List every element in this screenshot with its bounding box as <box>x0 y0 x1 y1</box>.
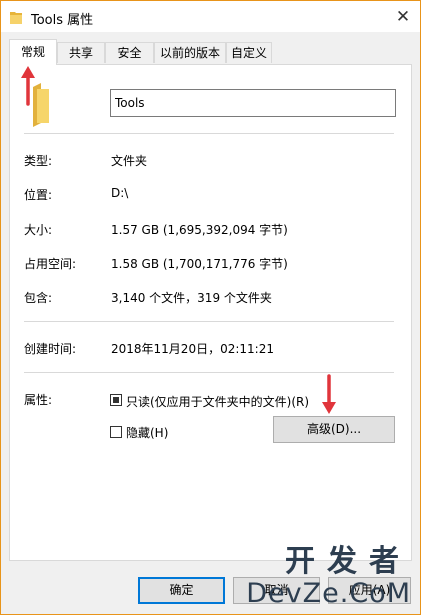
type-label: 类型: <box>24 154 53 168</box>
annotation-arrow-up-icon <box>21 66 35 106</box>
attributes-label: 属性: <box>24 393 53 407</box>
hidden-checkbox-label[interactable]: 隐藏(H) <box>126 424 168 441</box>
created-label: 创建时间: <box>24 342 77 356</box>
size-value: 1.57 GB (1,695,392,094 字节) <box>111 223 288 237</box>
hidden-checkbox[interactable] <box>110 426 122 438</box>
size-on-disk-label: 占用空间: <box>24 257 77 271</box>
watermark-line1: 开发者 <box>285 544 411 579</box>
location-value: D:\ <box>111 186 129 200</box>
tab-sharing[interactable]: 共享 <box>57 42 105 63</box>
divider <box>24 321 394 322</box>
size-on-disk-value: 1.58 GB (1,700,171,776 字节) <box>111 257 288 271</box>
close-icon[interactable]: ✕ <box>386 1 420 32</box>
contains-value: 3,140 个文件，319 个文件夹 <box>111 291 272 305</box>
readonly-checkbox[interactable] <box>110 394 122 406</box>
tab-previous-versions[interactable]: 以前的版本 <box>154 42 226 63</box>
folder-icon <box>10 12 22 24</box>
folder-name-input[interactable] <box>110 89 396 117</box>
tab-customize[interactable]: 自定义 <box>226 42 272 63</box>
readonly-checkbox-label[interactable]: 只读(仅应用于文件夹中的文件)(R) <box>126 393 309 410</box>
window-title: Tools 属性 <box>31 13 94 28</box>
tab-general[interactable]: 常规 <box>9 39 57 65</box>
size-label: 大小: <box>24 223 53 237</box>
tab-security[interactable]: 安全 <box>105 42 154 63</box>
divider <box>24 372 394 373</box>
watermark-logo: 开发者 DevZe.CoM <box>246 545 411 609</box>
divider <box>24 133 394 134</box>
ok-button[interactable]: 确定 <box>138 577 225 604</box>
created-value: 2018年11月20日，02:11:21 <box>111 342 274 356</box>
contains-label: 包含: <box>24 291 53 305</box>
watermark-line2: DevZe.CoM <box>246 578 411 609</box>
annotation-arrow-down-icon <box>322 374 336 414</box>
type-value: 文件夹 <box>111 154 148 168</box>
location-label: 位置: <box>24 188 53 202</box>
title-bar[interactable]: Tools 属性 ✕ <box>1 1 420 32</box>
general-tab-panel <box>9 64 412 561</box>
advanced-button[interactable]: 高级(D)... <box>273 416 395 443</box>
